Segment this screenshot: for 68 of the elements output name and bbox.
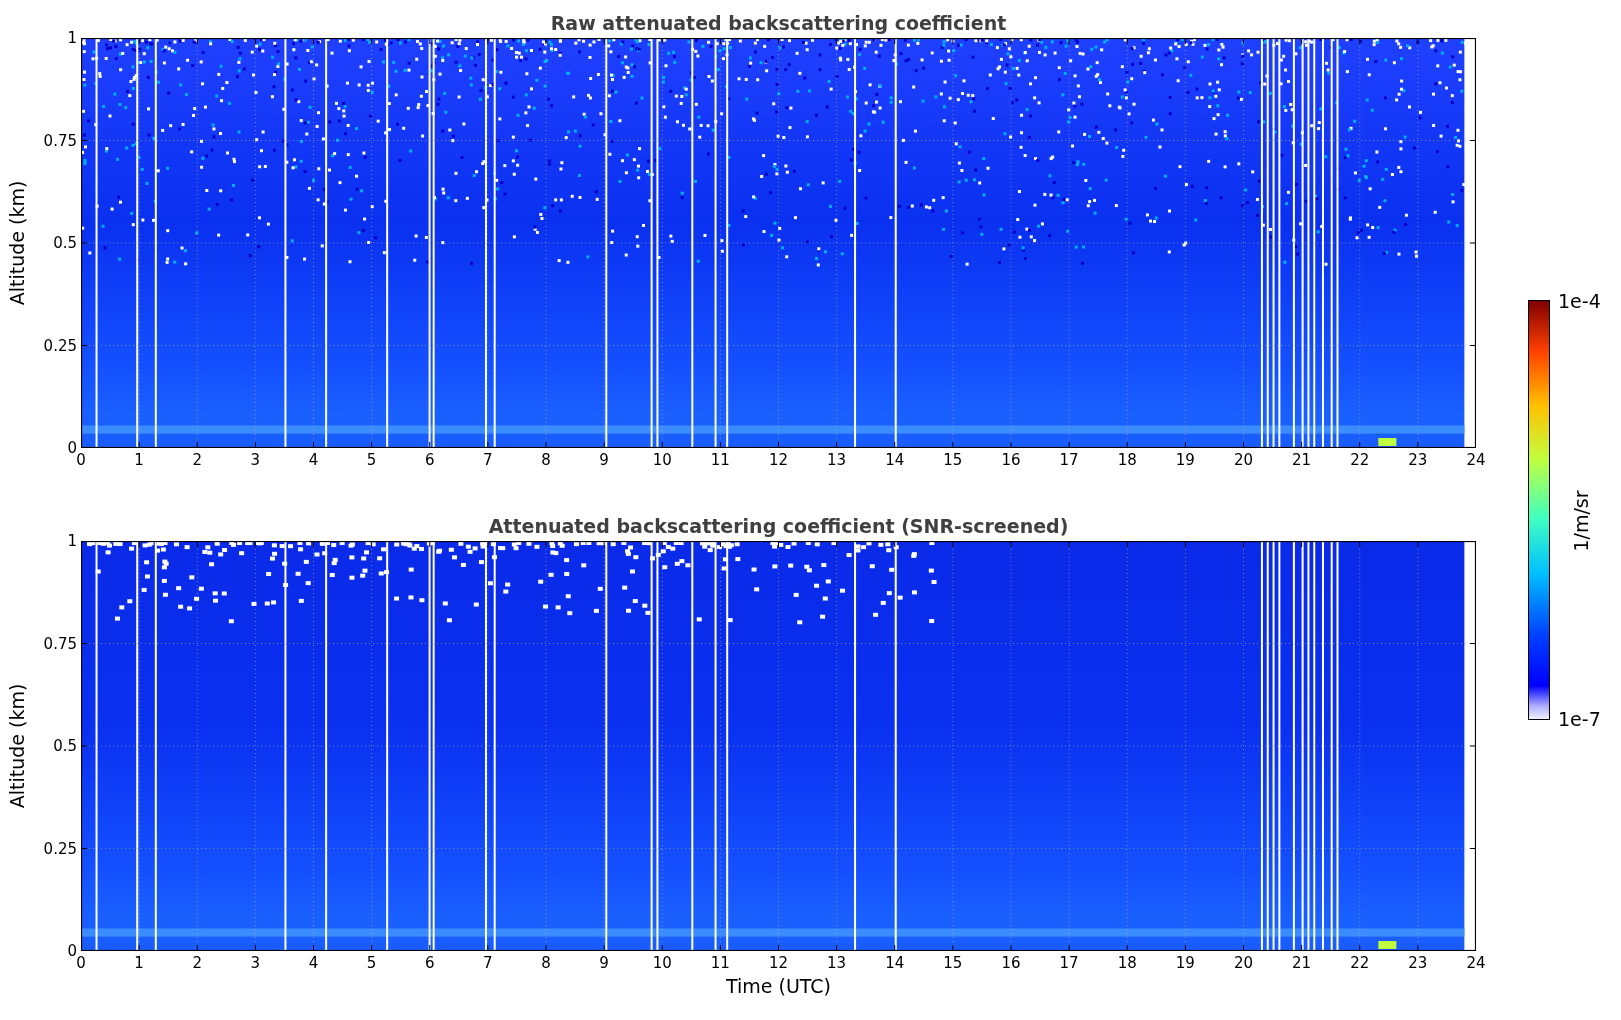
y-tick-label: 0.5 (53, 737, 77, 755)
x-tick-label: 23 (1407, 451, 1429, 471)
y-tick-label: 1 (67, 532, 77, 550)
colorbar-min-label: 1e-7 (1558, 708, 1601, 730)
y-axis-label: Altitude (km) (6, 180, 28, 306)
x-tick-label: 7 (482, 954, 494, 974)
x-tick-label: 16 (1000, 451, 1022, 471)
x-tick-label: 20 (1232, 451, 1255, 471)
x-tick-label: 24 (1465, 954, 1487, 974)
chart-title: Attenuated backscattering coefficient (SNR-screened) (487, 515, 1070, 537)
x-tick-label: 17 (1058, 451, 1080, 471)
x-tick-label: 13 (826, 451, 848, 471)
x-tick-label: 4 (307, 954, 320, 974)
x-tick-label: 19 (1174, 954, 1196, 974)
x-tick-label: 5 (365, 954, 378, 974)
x-tick-label: 8 (540, 954, 552, 974)
x-tick-label: 24 (1465, 451, 1487, 471)
x-tick-label: 8 (540, 451, 552, 471)
x-tick-label: 1 (133, 954, 145, 974)
x-tick-label: 21 (1291, 954, 1313, 974)
x-tick-label: 21 (1291, 451, 1313, 471)
x-tick-label: 22 (1349, 954, 1371, 974)
x-tick-label: 15 (942, 954, 964, 974)
x-tick-label: 5 (365, 451, 378, 471)
x-tick-label: 10 (651, 451, 673, 471)
x-tick-label: 14 (884, 451, 906, 471)
x-tick-label: 2 (191, 451, 203, 471)
x-tick-label: 3 (249, 451, 262, 471)
x-tick-label: 15 (942, 451, 964, 471)
x-tick-label: 18 (1116, 451, 1138, 471)
x-tick-label: 0 (76, 451, 87, 471)
x-tick-label: 16 (1000, 954, 1022, 974)
x-tick-label: 14 (884, 954, 906, 974)
y-tick-label: 0.25 (43, 839, 77, 858)
colorbar-unit-label: 1/m/sr (1569, 490, 1592, 552)
x-tick-label: 19 (1174, 451, 1196, 471)
x-tick-label: 13 (826, 954, 848, 974)
x-tick-label: 6 (423, 954, 436, 974)
x-tick-label: 18 (1116, 954, 1138, 974)
colorbar-max-label: 1e-4 (1558, 290, 1601, 312)
x-tick-label: 23 (1407, 954, 1429, 974)
x-tick-label: 9 (598, 451, 610, 471)
x-tick-label: 11 (709, 954, 731, 974)
x-tick-label: 1 (133, 451, 145, 471)
x-axis-label: Time (UTC) (725, 975, 832, 997)
y-axis-label: Altitude (km) (6, 683, 28, 809)
y-tick-label: 0 (67, 439, 77, 457)
x-tick-label: 22 (1349, 451, 1371, 471)
x-tick-label: 4 (307, 451, 320, 471)
x-tick-label: 12 (767, 451, 790, 471)
y-tick-label: 1 (67, 29, 77, 47)
x-tick-label: 17 (1058, 954, 1080, 974)
y-tick-label: 0.75 (43, 634, 77, 653)
x-tick-label: 11 (709, 451, 731, 471)
y-tick-label: 0.25 (43, 336, 77, 355)
x-tick-label: 2 (191, 954, 203, 974)
x-tick-label: 7 (482, 451, 494, 471)
x-tick-label: 12 (767, 954, 790, 974)
x-tick-label: 6 (423, 451, 436, 471)
y-tick-label: 0.5 (53, 234, 77, 252)
x-tick-label: 3 (249, 954, 262, 974)
y-tick-label: 0.75 (43, 131, 77, 150)
x-tick-label: 20 (1232, 954, 1255, 974)
x-tick-label: 9 (598, 954, 610, 974)
x-tick-label: 0 (76, 954, 87, 974)
y-tick-label: 0 (67, 942, 77, 960)
x-tick-label: 10 (651, 954, 673, 974)
chart-title: Raw attenuated backscattering coefficient (549, 12, 1008, 34)
